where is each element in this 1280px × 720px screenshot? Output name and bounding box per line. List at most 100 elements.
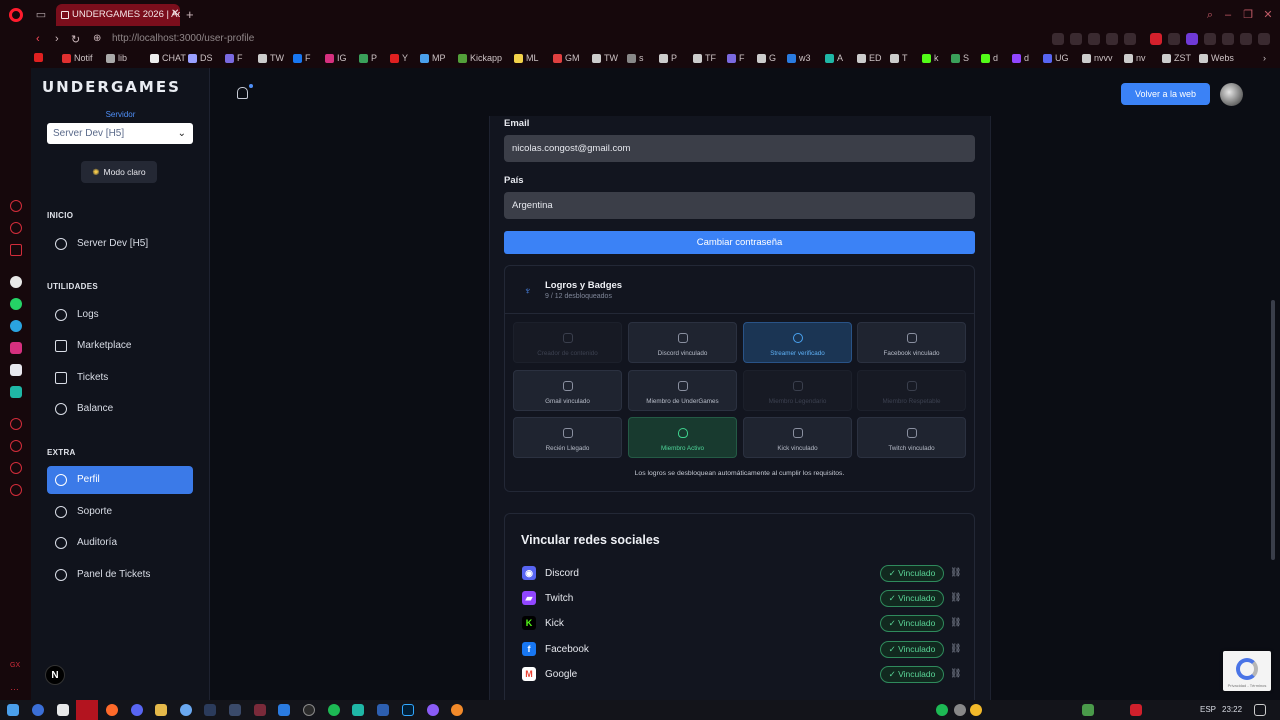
achievement-badge[interactable]: Kick vinculado: [743, 417, 852, 458]
undergames-logo[interactable]: UNDERGAMES: [42, 78, 181, 96]
bookmark-item[interactable]: TW: [592, 53, 618, 63]
gx-icon[interactable]: GX: [10, 662, 22, 674]
sidebar-item-balance[interactable]: Balance: [47, 395, 193, 423]
adblock-icon[interactable]: [1150, 33, 1162, 45]
sidebar-item-marketplace[interactable]: Marketplace: [47, 332, 193, 360]
achievement-badge[interactable]: Recién Llegado: [513, 417, 622, 458]
tray-chrome-icon[interactable]: [970, 704, 982, 716]
play-icon[interactable]: [1106, 33, 1118, 45]
spotify-icon[interactable]: [328, 704, 340, 716]
site-info-icon[interactable]: ⊕: [93, 33, 101, 44]
email-field[interactable]: nicolas.congost@gmail.com: [504, 135, 975, 162]
history-icon[interactable]: [10, 200, 22, 212]
nextjs-dev-badge[interactable]: N: [45, 665, 65, 685]
avatar[interactable]: [1220, 83, 1243, 106]
bookmark-item[interactable]: MP: [420, 53, 446, 63]
tray-icon[interactable]: [954, 704, 966, 716]
clock[interactable]: 23:22: [1222, 705, 1242, 714]
new-tab-icon[interactable]: +: [186, 7, 194, 22]
back-icon[interactable]: ‹: [36, 33, 40, 45]
refresh-ext-icon[interactable]: [1168, 33, 1180, 45]
firefox-icon[interactable]: [106, 704, 118, 716]
discord-icon[interactable]: [10, 364, 22, 376]
youtube-bookmark-icon[interactable]: [34, 53, 43, 62]
app-window-icon[interactable]: [229, 704, 241, 716]
change-password-button[interactable]: Cambiar contraseña: [504, 231, 975, 254]
sidebar-item-server[interactable]: Server Dev [H5]: [47, 230, 193, 258]
bookmark-item[interactable]: F: [293, 53, 311, 63]
sidebar-item-auditoria[interactable]: Auditoría: [47, 529, 193, 557]
pin-icon[interactable]: [1052, 33, 1064, 45]
achievement-badge[interactable]: Streamer verificado: [743, 322, 852, 363]
language-indicator[interactable]: ESP: [1200, 705, 1216, 714]
download-icon[interactable]: [1240, 33, 1252, 45]
bookmark-item[interactable]: DS: [188, 53, 213, 63]
app-blue-icon[interactable]: [180, 704, 192, 716]
app-orange-icon[interactable]: [451, 704, 463, 716]
instagram-icon[interactable]: [10, 342, 22, 354]
reload-icon[interactable]: ↻: [71, 33, 80, 46]
minimize-icon[interactable]: –: [1222, 9, 1234, 21]
bookmark-item[interactable]: Webs: [1199, 53, 1234, 63]
server-select[interactable]: Server Dev [H5] ⌄: [47, 123, 193, 144]
shield-icon[interactable]: [1088, 33, 1100, 45]
browser-tab[interactable]: UNDERGAMES 2026 | Acc: [56, 4, 180, 26]
profile-icon[interactable]: [1222, 33, 1234, 45]
achievement-badge[interactable]: Twitch vinculado: [857, 417, 966, 458]
achievement-badge[interactable]: Miembro Activo: [628, 417, 737, 458]
app-purple-icon[interactable]: [427, 704, 439, 716]
achievement-badge[interactable]: Facebook vinculado: [857, 322, 966, 363]
unlink-icon[interactable]: ⛓: [950, 567, 961, 578]
opera-logo-icon[interactable]: [9, 8, 23, 22]
bookmark-item[interactable]: GM: [553, 53, 580, 63]
bookmark-item[interactable]: nv: [1124, 53, 1146, 63]
whatsapp-icon[interactable]: [10, 298, 22, 310]
heart-icon[interactable]: [1124, 33, 1136, 45]
search-tabs-icon[interactable]: ⌕: [1204, 9, 1216, 21]
bookmark-item[interactable]: ED: [857, 53, 882, 63]
achievement-badge[interactable]: Gmail vinculado: [513, 370, 622, 411]
bookmark-item[interactable]: k: [922, 53, 939, 63]
sidebar-item-logs[interactable]: Logs: [47, 301, 193, 329]
achievement-badge[interactable]: Creador de contenido: [513, 322, 622, 363]
menu-icon[interactable]: [1258, 33, 1270, 45]
sidebar-item-perfil[interactable]: Perfil: [47, 466, 193, 494]
player-icon[interactable]: [10, 418, 22, 430]
opera-taskbar-icon[interactable]: [76, 700, 98, 720]
bookmark-panel-icon[interactable]: [10, 222, 22, 234]
sidebar-item-panel-tickets[interactable]: Panel de Tickets: [47, 561, 193, 589]
edge-icon[interactable]: [32, 704, 44, 716]
bookmark-item[interactable]: TF: [693, 53, 716, 63]
app-icon[interactable]: [10, 386, 22, 398]
bookmark-item[interactable]: UG: [1043, 53, 1069, 63]
close-window-icon[interactable]: ✕: [1262, 9, 1274, 21]
clock-icon[interactable]: [10, 440, 22, 452]
maximize-icon[interactable]: ❐: [1242, 9, 1254, 21]
tab-close-icon[interactable]: ✕: [171, 8, 179, 19]
app-x-icon[interactable]: [377, 704, 389, 716]
bookmark-item[interactable]: P: [359, 53, 377, 63]
bookmark-item[interactable]: d: [1012, 53, 1029, 63]
bookmark-item[interactable]: TW: [258, 53, 284, 63]
achievement-badge[interactable]: Miembro de UnderGames: [628, 370, 737, 411]
bookmark-item[interactable]: G: [757, 53, 776, 63]
achievement-badge[interactable]: Miembro Respetable: [857, 370, 966, 411]
telegram-icon[interactable]: [10, 320, 22, 332]
extension-icon[interactable]: [1186, 33, 1198, 45]
photoshop-icon[interactable]: [402, 704, 414, 716]
unlink-icon[interactable]: ⛓: [950, 643, 961, 654]
achievement-badge[interactable]: Discord vinculado: [628, 322, 737, 363]
more-icon[interactable]: …: [10, 682, 22, 694]
bookmark-item[interactable]: ML: [514, 53, 539, 63]
unlink-icon[interactable]: ⛓: [950, 617, 961, 628]
bookmarks-overflow-icon[interactable]: ›: [1263, 53, 1266, 63]
bookmark-item[interactable]: F: [225, 53, 243, 63]
url-field[interactable]: http://localhost:3000/user-profile: [112, 33, 254, 44]
forward-icon[interactable]: ›: [55, 33, 59, 45]
tab-overview-icon[interactable]: ▭: [34, 8, 48, 22]
achievement-badge[interactable]: Miembro Legendario: [743, 370, 852, 411]
settings-icon[interactable]: [10, 484, 22, 496]
app-red-icon[interactable]: [254, 704, 266, 716]
scrollbar[interactable]: [1271, 300, 1275, 560]
unlink-icon[interactable]: ⛓: [950, 668, 961, 679]
